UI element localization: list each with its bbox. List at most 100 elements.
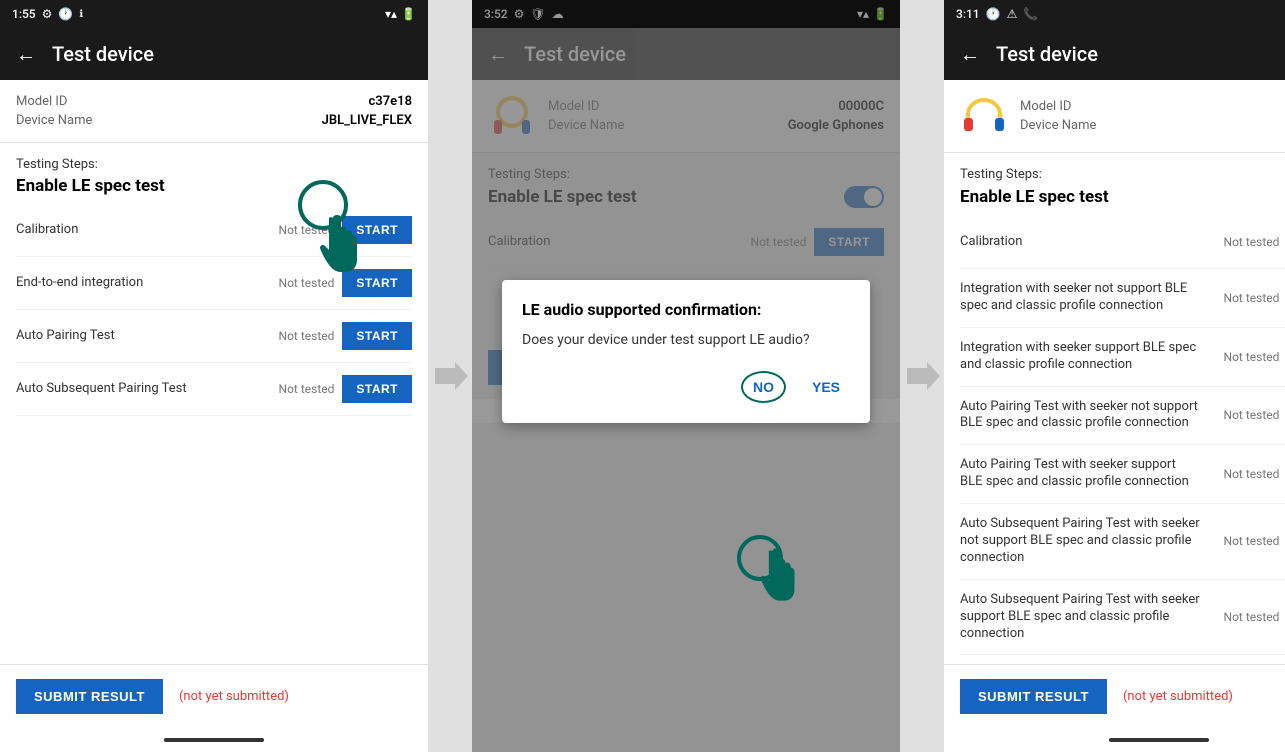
screen-2: 3:52 ⚙ 🛡 ☁ ▾▴ 🔋 ← Test device Model ID 0…	[472, 0, 900, 752]
calibration-start-btn-1[interactable]: START	[342, 216, 412, 244]
auto-subsequent-status-1: Not tested	[264, 382, 334, 396]
arrow-1	[428, 0, 472, 752]
modal-title-2: LE audio supported confirmation:	[522, 300, 850, 319]
test-item-0: Calibration Not tested START	[960, 216, 1285, 269]
test-list-3: Calibration Not tested START Integration…	[944, 216, 1285, 664]
screen-1: 1:55 ⚙ 🕐 ℹ ▾▴ 🔋 ← Test device Model ID c…	[0, 0, 428, 752]
modal-buttons-2: NO YES	[522, 371, 850, 403]
status-bar-left-3: 3:11 🕐 ⚠ 📞	[956, 7, 1038, 21]
end-to-end-label-1: End-to-end integration	[16, 275, 256, 292]
test-status-4: Not tested	[1209, 467, 1279, 481]
modal-no-btn-2[interactable]: NO	[741, 371, 786, 403]
top-bar-3: ← Test device	[944, 28, 1285, 80]
device-info-3: Model ID 6EDAF7 Device Name Allegro	[1020, 97, 1285, 135]
device-card-3: Model ID 6EDAF7 Device Name Allegro	[944, 80, 1285, 153]
device-card-1: Model ID c37e18 Device Name JBL_LIVE_FLE…	[0, 80, 428, 143]
auto-pairing-label-1: Auto Pairing Test	[16, 328, 256, 345]
test-label-5: Auto Subsequent Pairing Test with seeker…	[960, 516, 1201, 567]
test-status-0: Not tested	[1209, 235, 1279, 249]
test-list-1: Calibration Not tested START End-to-end …	[0, 204, 428, 664]
bottom-section-1: SUBMIT RESULT (not yet submitted)	[0, 664, 428, 728]
warning-icon-3: ⚠	[1007, 7, 1018, 21]
testing-section-1: Testing Steps: Enable LE spec test	[0, 143, 428, 204]
test-item-auto-pairing-1: Auto Pairing Test Not tested START	[16, 310, 412, 363]
test-status-6: Not tested	[1209, 610, 1279, 624]
model-id-label-1: Model ID	[16, 94, 67, 109]
clock-icon-3: 🕐	[986, 7, 1001, 21]
model-id-value-1: c37e18	[369, 94, 412, 109]
back-button-3[interactable]: ←	[960, 42, 980, 67]
status-bar-1: 1:55 ⚙ 🕐 ℹ ▾▴ 🔋	[0, 0, 428, 28]
auto-pairing-start-btn-1[interactable]: START	[342, 322, 412, 350]
test-item-5: Auto Subsequent Pairing Test with seeker…	[960, 504, 1285, 580]
page-title-3: Test device	[996, 42, 1098, 66]
phone-bottom-bar-1	[0, 728, 428, 752]
home-indicator-1	[164, 738, 264, 742]
end-to-end-status-1: Not tested	[264, 276, 334, 290]
test-label-6: Auto Subsequent Pairing Test with seeker…	[960, 592, 1201, 643]
screen-3: 3:11 🕐 ⚠ 📞 ▾▴ 🔋 ← Test device Model ID 6…	[944, 0, 1285, 752]
device-info-1: Model ID c37e18 Device Name JBL_LIVE_FLE…	[16, 92, 412, 130]
not-submitted-text-1: (not yet submitted)	[179, 689, 289, 704]
testing-label-1: Testing Steps:	[16, 157, 412, 172]
modal-yes-btn-2[interactable]: YES	[802, 371, 850, 403]
clock-icon-1: 🕐	[58, 7, 73, 21]
phone-icon-3: 📞	[1023, 7, 1038, 21]
auto-subsequent-label-1: Auto Subsequent Pairing Test	[16, 381, 256, 398]
auto-pairing-status-1: Not tested	[264, 329, 334, 343]
model-id-row-1: Model ID c37e18	[16, 92, 412, 111]
test-item-auto-subsequent-1: Auto Subsequent Pairing Test Not tested …	[16, 363, 412, 416]
home-indicator-3	[1109, 738, 1209, 742]
back-button-1[interactable]: ←	[16, 42, 36, 67]
test-label-3: Auto Pairing Test with seeker not suppor…	[960, 399, 1201, 433]
submit-result-btn-1[interactable]: SUBMIT RESULT	[16, 679, 163, 714]
test-item-6: Auto Subsequent Pairing Test with seeker…	[960, 580, 1285, 656]
status-bar-right-1: ▾▴ 🔋	[385, 7, 416, 21]
model-id-label-3: Model ID	[1020, 99, 1071, 114]
not-submitted-text-3: (not yet submitted)	[1123, 689, 1233, 704]
arrow-icon-1	[430, 356, 470, 396]
wifi-icon-1: ▾▴	[385, 7, 397, 21]
battery-icon-1: 🔋	[401, 7, 416, 21]
test-item-1: Integration with seeker not support BLE …	[960, 269, 1285, 328]
test-item-end-to-end-1: End-to-end integration Not tested START	[16, 257, 412, 310]
status-bar-left-1: 1:55 ⚙ 🕐 ℹ	[12, 7, 83, 21]
status-bar-3: 3:11 🕐 ⚠ 📞 ▾▴ 🔋	[944, 0, 1285, 28]
device-name-value-1: JBL_LIVE_FLEX	[322, 113, 412, 128]
test-label-1: Integration with seeker not support BLE …	[960, 281, 1201, 315]
device-name-label-3: Device Name	[1020, 118, 1096, 133]
bottom-section-3: SUBMIT RESULT (not yet submitted)	[944, 664, 1285, 728]
calibration-status-1: Not tested	[264, 223, 334, 237]
info-icon-1: ℹ	[79, 9, 83, 20]
test-label-0: Calibration	[960, 234, 1201, 251]
end-to-end-start-btn-1[interactable]: START	[342, 269, 412, 297]
time-1: 1:55	[12, 7, 36, 21]
testing-section-3: Testing Steps: Enable LE spec test	[944, 153, 1285, 216]
page-title-1: Test device	[52, 42, 154, 66]
test-status-2: Not tested	[1209, 350, 1279, 364]
enable-le-title-1: Enable LE spec test	[16, 176, 165, 196]
enable-le-row-1: Enable LE spec test	[16, 176, 412, 196]
device-icon-3	[960, 92, 1008, 140]
test-item-2: Integration with seeker support BLE spec…	[960, 328, 1285, 387]
test-item-4: Auto Pairing Test with seeker support BL…	[960, 445, 1285, 504]
time-3: 3:11	[956, 7, 980, 21]
modal-body-2: Does your device under test support LE a…	[522, 331, 850, 351]
auto-subsequent-start-btn-1[interactable]: START	[342, 375, 412, 403]
calibration-label-1: Calibration	[16, 222, 256, 239]
enable-le-title-3: Enable LE spec test	[960, 187, 1109, 207]
phone-bottom-bar-3	[944, 728, 1285, 752]
device-name-label-1: Device Name	[16, 113, 92, 128]
top-bar-1: ← Test device	[0, 28, 428, 80]
arrow-icon-2	[902, 356, 942, 396]
test-status-3: Not tested	[1209, 408, 1279, 422]
enable-le-row-3: Enable LE spec test	[960, 186, 1285, 208]
test-label-2: Integration with seeker support BLE spec…	[960, 340, 1201, 374]
test-label-4: Auto Pairing Test with seeker support BL…	[960, 457, 1201, 491]
submit-result-btn-3[interactable]: SUBMIT RESULT	[960, 679, 1107, 714]
test-item-3: Auto Pairing Test with seeker not suppor…	[960, 387, 1285, 446]
arrow-2	[900, 0, 944, 752]
test-status-5: Not tested	[1209, 534, 1279, 548]
testing-label-3: Testing Steps:	[960, 167, 1285, 182]
test-item-calibration-1: Calibration Not tested START	[16, 204, 412, 257]
